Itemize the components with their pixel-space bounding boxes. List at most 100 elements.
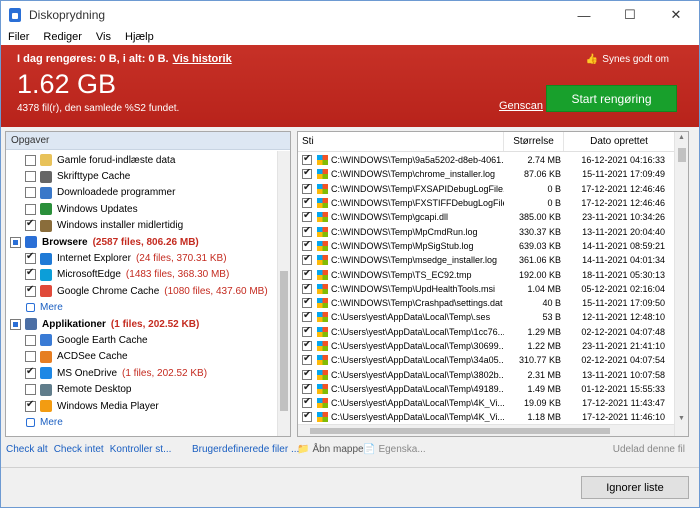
task-checkbox[interactable] <box>25 203 36 215</box>
task-checkbox[interactable] <box>25 366 36 379</box>
row-checkbox[interactable] <box>302 283 312 294</box>
row-checkbox[interactable] <box>302 155 312 166</box>
history-link[interactable]: Vis historik <box>173 53 232 65</box>
row-checkbox[interactable] <box>302 169 312 180</box>
more-link[interactable]: Mere <box>6 414 278 430</box>
task-checkbox[interactable] <box>25 171 36 183</box>
start-cleaning-button[interactable]: Start rengøring <box>546 85 677 112</box>
table-row[interactable]: C:\WINDOWS\Temp\MpCmdRun.log 330.37 KB 13-… <box>298 224 674 238</box>
table-row[interactable]: C:\WINDOWS\Temp\FXSAPIDebugLogFile... 0 B… <box>298 182 674 196</box>
table-row[interactable]: C:\WINDOWS\Temp\9a5a5202-d8eb-4061... 2.7… <box>298 153 674 167</box>
table-row[interactable]: C:\WINDOWS\Temp\Crashpad\settings.dat 40 … <box>298 296 674 310</box>
row-checkbox[interactable] <box>302 341 312 351</box>
rescan-link[interactable]: Genscan <box>499 100 543 112</box>
row-checkbox[interactable] <box>302 383 312 394</box>
task-item[interactable]: Remote Desktop <box>6 381 278 397</box>
table-row[interactable]: C:\WINDOWS\Temp\FXSTIFFDebugLogFile... 0 … <box>298 196 674 210</box>
task-item[interactable]: Internet Explorer (24 files, 370.31 KB) <box>6 250 278 266</box>
more-link[interactable]: Mere <box>6 300 278 316</box>
task-checkbox[interactable] <box>10 236 21 248</box>
row-checkbox[interactable] <box>302 269 312 280</box>
summary-banner: I dag rengøres: 0 B, i alt: 0 B. Vis hist… <box>1 45 699 127</box>
row-path: C:\Users\yest\AppData\Local\Temp\4K_Vi..… <box>331 412 504 423</box>
files-scrollbar[interactable]: ▲ ▼ <box>674 132 688 436</box>
ignore-list-button[interactable]: Ignorer liste <box>581 476 689 499</box>
row-checkbox[interactable] <box>302 183 312 194</box>
row-checkbox[interactable] <box>302 298 312 309</box>
col-path[interactable]: Sti <box>298 132 504 151</box>
like-button[interactable]: 👍 Synes godt om <box>586 54 669 65</box>
task-item[interactable]: Google Chrome Cache (1080 files, 437.60 M… <box>6 283 278 299</box>
table-row[interactable]: C:\WINDOWS\Temp\UpdHealthTools.msi 1.04 M… <box>298 282 674 296</box>
exclude-file-link[interactable]: Udelad denne fil <box>613 444 685 455</box>
task-item[interactable]: MicrosoftEdge (1483 files, 368.30 MB) <box>6 267 278 283</box>
row-checkbox[interactable] <box>302 240 312 251</box>
task-item[interactable]: Windows Media Player <box>6 398 278 414</box>
col-date[interactable]: Dato oprettet <box>564 132 674 151</box>
table-row[interactable]: C:\Users\yest\AppData\Local\Temp\.ses 53 … <box>298 310 674 324</box>
files-hscrollbar[interactable] <box>298 424 674 436</box>
table-row[interactable]: C:\WINDOWS\Temp\TS_EC92.tmp 192.00 KB 18-1… <box>298 267 674 281</box>
row-checkbox[interactable] <box>302 312 312 323</box>
menu-vis[interactable]: Vis <box>89 31 118 43</box>
table-row[interactable]: C:\Users\yest\AppData\Local\Temp\49189..… <box>298 382 674 396</box>
row-checkbox[interactable] <box>302 255 312 266</box>
task-checkbox[interactable] <box>25 384 36 396</box>
row-checkbox[interactable] <box>302 198 312 209</box>
table-row[interactable]: C:\Users\yest\AppData\Local\Temp\4K_Vi..… <box>298 410 674 424</box>
task-checkbox[interactable] <box>25 218 36 232</box>
task-checkbox[interactable] <box>25 284 36 297</box>
row-path: C:\WINDOWS\Temp\MpSigStub.log <box>331 240 474 251</box>
task-checkbox[interactable] <box>25 187 36 199</box>
properties-button[interactable]: 📄 Egenska... <box>363 444 426 455</box>
close-button[interactable]: ✕ <box>653 1 699 29</box>
table-row[interactable]: C:\Users\yest\AppData\Local\Temp\3802b..… <box>298 367 674 381</box>
task-detail: (1 files, 202.52 KB) <box>122 367 208 379</box>
table-row[interactable]: C:\WINDOWS\Temp\msedge_installer.log 361.… <box>298 253 674 267</box>
task-checkbox[interactable] <box>25 251 36 265</box>
task-checkbox[interactable] <box>10 318 21 330</box>
row-path: C:\Users\yest\AppData\Local\Temp\34a05..… <box>331 355 504 366</box>
open-folder-button[interactable]: 📁 Åbn mappe <box>297 444 364 455</box>
task-item[interactable]: Downloadede programmer <box>6 185 278 201</box>
menu-filer[interactable]: Filer <box>1 31 36 43</box>
task-group[interactable]: Browsere (2587 files, 806.26 MB) <box>6 234 278 250</box>
table-row[interactable]: C:\Users\yest\AppData\Local\Temp\1cc76..… <box>298 325 674 339</box>
minimize-button[interactable]: — <box>561 1 607 29</box>
check-none-link[interactable]: Check intet <box>54 444 104 455</box>
col-size[interactable]: Størrelse <box>504 132 564 151</box>
row-checkbox[interactable] <box>302 212 312 223</box>
task-item[interactable]: Windows installer midlertidig <box>6 218 278 234</box>
menu-hjaelp[interactable]: Hjælp <box>118 31 161 43</box>
table-row[interactable]: C:\WINDOWS\Temp\gcapi.dll 385.00 KB 23-11-… <box>298 210 674 224</box>
table-row[interactable]: C:\WINDOWS\Temp\chrome_installer.log 87.0… <box>298 167 674 181</box>
task-checkbox[interactable] <box>25 154 36 166</box>
task-checkbox[interactable] <box>25 399 36 412</box>
task-item[interactable]: MS OneDrive (1 files, 202.52 KB) <box>6 365 278 381</box>
table-row[interactable]: C:\Users\yest\AppData\Local\Temp\34a05..… <box>298 353 674 367</box>
check-all-link[interactable]: Check alt <box>6 444 48 455</box>
task-group[interactable]: Applikationer (1 files, 202.52 KB) <box>6 316 278 332</box>
row-checkbox[interactable] <box>302 369 312 380</box>
table-row[interactable]: C:\WINDOWS\Temp\MpSigStub.log 639.03 KB 14… <box>298 239 674 253</box>
check-status-link[interactable]: Kontroller st... <box>110 444 172 455</box>
task-item[interactable]: ACDSee Cache <box>6 349 278 365</box>
row-checkbox[interactable] <box>302 226 312 237</box>
row-checkbox[interactable] <box>302 326 312 337</box>
task-checkbox[interactable] <box>25 267 36 281</box>
task-item[interactable]: Google Earth Cache <box>6 332 278 348</box>
task-checkbox[interactable] <box>25 334 36 346</box>
task-item[interactable]: Windows Updates <box>6 201 278 217</box>
maximize-button[interactable]: ☐ <box>607 1 653 29</box>
tasks-scrollbar[interactable] <box>277 151 290 436</box>
table-row[interactable]: C:\Users\yest\AppData\Local\Temp\30699..… <box>298 339 674 353</box>
task-item[interactable]: Gamle forud-indlæste data <box>6 152 278 168</box>
task-checkbox[interactable] <box>25 351 36 363</box>
row-checkbox[interactable] <box>302 398 312 409</box>
task-item[interactable]: Skrifttype Cache <box>6 168 278 184</box>
table-row[interactable]: C:\Users\yest\AppData\Local\Temp\4K_Vi..… <box>298 396 674 410</box>
row-checkbox[interactable] <box>302 412 312 423</box>
row-checkbox[interactable] <box>302 355 312 366</box>
custom-files-link[interactable]: Brugerdefinerede filer ... <box>192 444 299 455</box>
menu-rediger[interactable]: Rediger <box>36 31 89 43</box>
